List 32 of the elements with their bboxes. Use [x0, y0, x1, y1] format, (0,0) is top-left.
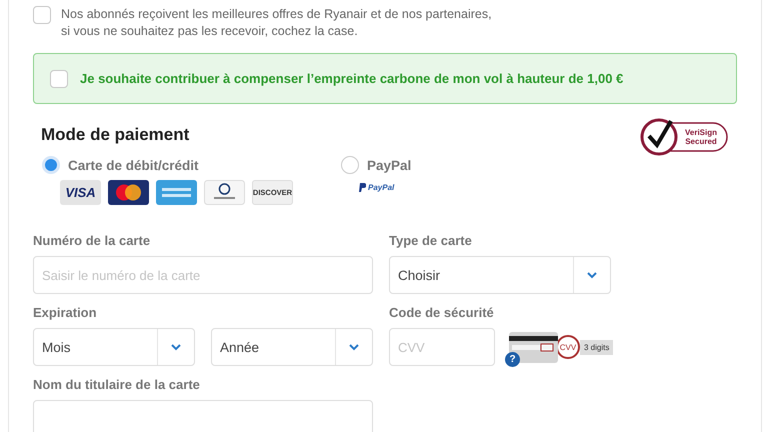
help-icon[interactable]: ?	[505, 352, 520, 366]
field-label: Numéro de la carte	[33, 233, 152, 248]
payment-option-label[interactable]: PayPal	[367, 158, 412, 172]
field-label: Code de sécurité	[389, 305, 495, 320]
field-label: Type de carte	[389, 233, 473, 248]
cvv-field[interactable]: CVV	[389, 328, 495, 366]
field-label: Expiration	[33, 305, 98, 320]
dropdown[interactable]: Mois	[33, 328, 195, 366]
chevron-down-icon	[171, 344, 181, 350]
amex-logo	[156, 180, 197, 205]
diners-club-logo	[204, 180, 245, 205]
text-field[interactable]	[33, 400, 373, 432]
payment-option-label[interactable]: Carte de débit/crédit	[68, 158, 199, 172]
radio-button[interactable]	[42, 156, 60, 174]
mastercard-logo	[108, 180, 149, 205]
chevron-down-icon	[587, 272, 597, 278]
checkbox[interactable]	[50, 70, 68, 88]
text-field[interactable]: Saisir le numéro de la carte	[33, 256, 373, 294]
field-label: Nom du titulaire de la carte	[33, 377, 201, 392]
dropdown[interactable]: Année	[211, 328, 373, 366]
cvv-badge: CVV	[556, 335, 580, 359]
digits-label: 3 digits	[580, 340, 614, 354]
checkbox[interactable]	[33, 6, 51, 24]
visa-logo: VISA	[60, 180, 101, 205]
radio-button[interactable]	[341, 156, 359, 174]
newsletter-text: Nos abonnés reçoivent les meilleures offres de Ryanair et de nos partenaires, si vous ne souhaitez pas les recevoir, cochez la case.	[61, 6, 492, 40]
dropdown[interactable]: Choisir	[389, 256, 611, 294]
section-title: Mode de paiement	[41, 125, 190, 145]
paypal-logo: PayPal	[359, 180, 394, 194]
card-back-drawing	[509, 332, 558, 362]
chevron-down-icon	[349, 344, 359, 350]
carbon-offset-text: Je souhaite contribuer à compenser l’empreinte carbone de mon vol à hauteur de 1,00 €	[80, 71, 624, 86]
